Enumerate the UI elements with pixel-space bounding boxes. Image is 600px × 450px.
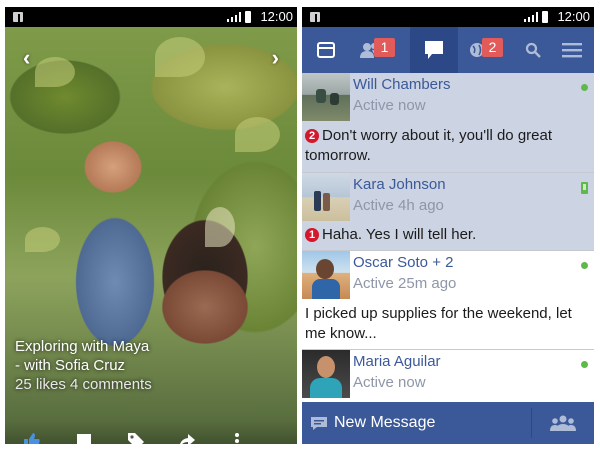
online-status-icon: [581, 262, 588, 269]
search-icon: [525, 42, 541, 58]
friend-requests-badge: 1: [374, 38, 395, 57]
conversation-item[interactable]: Kara Johnson Active 4h ago 1 Haha. Yes I …: [302, 173, 594, 251]
facebook-notification-icon: [13, 12, 23, 22]
tab-menu[interactable]: [550, 27, 594, 73]
message-preview: 1 Haha. Yes I will tell her.: [305, 225, 587, 245]
group-contacts-icon[interactable]: [550, 415, 576, 431]
avatar: [302, 251, 350, 299]
signal-icon: [524, 12, 538, 22]
caption-tagged[interactable]: - with Sofia Cruz: [15, 356, 152, 375]
unread-count-badge: 1: [305, 228, 319, 242]
status-bar: 12:00: [5, 7, 297, 27]
tab-messages[interactable]: [410, 27, 458, 73]
preview-text: Haha. Yes I will tell her.: [322, 226, 477, 243]
active-status: Active now: [353, 374, 426, 391]
avatar: [302, 173, 350, 221]
signal-icon: [227, 12, 241, 22]
tab-friend-requests[interactable]: 1: [350, 27, 398, 73]
avatar: [302, 350, 350, 398]
top-navigation-bar: 1 2: [302, 27, 594, 73]
tab-notifications[interactable]: 2: [462, 27, 510, 73]
tag-icon[interactable]: [127, 432, 145, 444]
compose-message-icon: [311, 417, 327, 430]
messages-screen: 12:00 1 2 Will Chambers Active now 2 Don…: [302, 7, 594, 444]
contact-name: Kara Johnson: [353, 176, 446, 193]
new-message-button[interactable]: New Message: [302, 402, 530, 444]
online-status-icon: [581, 361, 588, 368]
share-icon[interactable]: [178, 432, 196, 444]
tab-news-feed[interactable]: [302, 27, 350, 73]
new-message-label: New Message: [334, 414, 436, 431]
conversation-item[interactable]: Maria Aguilar Active now: [302, 350, 594, 402]
notifications-badge: 2: [482, 38, 503, 57]
photo-caption: Exploring with Maya - with Sofia Cruz 25…: [15, 337, 152, 394]
facebook-notification-icon: [310, 12, 320, 22]
active-status: Active now: [353, 97, 426, 114]
mobile-status-icon: [581, 182, 588, 194]
bottom-bar: New Message: [302, 402, 594, 444]
more-options-icon[interactable]: [233, 432, 241, 444]
messages-icon: [425, 41, 443, 59]
contact-name: Maria Aguilar: [353, 353, 441, 370]
active-status: Active 4h ago: [353, 197, 444, 214]
previous-photo-button[interactable]: ‹: [23, 47, 30, 69]
conversation-item[interactable]: Will Chambers Active now 2 Don't worry ab…: [302, 73, 594, 173]
comment-icon[interactable]: [75, 432, 93, 444]
contact-name: Will Chambers: [353, 76, 451, 93]
battery-icon: [245, 11, 251, 23]
status-bar: 12:00: [302, 7, 594, 27]
active-status: Active 25m ago: [353, 275, 457, 292]
photo[interactable]: ‹ › Exploring with Maya - with Sofia Cru…: [5, 27, 297, 444]
online-status-icon: [581, 84, 588, 91]
message-preview: I picked up supplies for the weekend, le…: [305, 305, 572, 342]
like-icon[interactable]: [23, 432, 41, 444]
contact-name: Oscar Soto + 2: [353, 254, 454, 271]
unread-count-badge: 2: [305, 129, 319, 143]
avatar: [302, 73, 350, 121]
preview-text: Don't worry about it, you'll do great to…: [305, 127, 553, 164]
photo-action-bar: [5, 420, 297, 444]
caption-title: Exploring with Maya: [15, 338, 150, 355]
message-preview: 2 Don't worry about it, you'll do great t…: [305, 126, 587, 166]
next-photo-button[interactable]: ›: [272, 47, 279, 69]
divider: [531, 408, 532, 438]
conversation-item[interactable]: Oscar Soto + 2 Active 25m ago I picked u…: [302, 251, 594, 350]
photo-viewer-screen: 12:00 ‹ › Exploring with Maya - with Sof…: [5, 7, 297, 444]
battery-icon: [542, 11, 548, 23]
menu-icon: [562, 43, 582, 58]
status-time: 12:00: [557, 9, 590, 24]
likes-comments-count[interactable]: 25 likes 4 comments: [15, 375, 152, 394]
feed-icon: [317, 42, 335, 58]
status-time: 12:00: [260, 9, 293, 24]
